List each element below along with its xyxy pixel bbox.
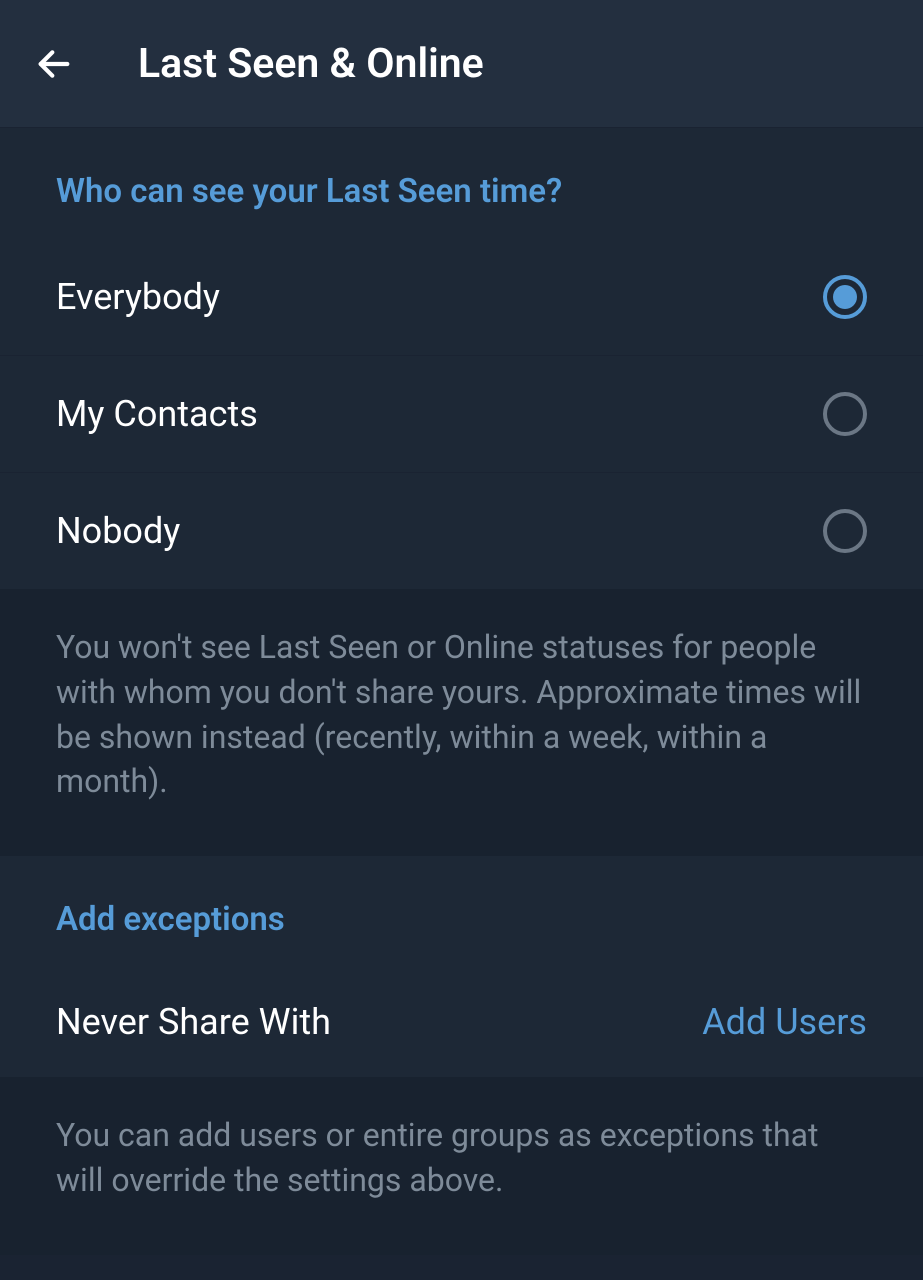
radio-label: Nobody — [56, 510, 180, 552]
who-can-see-section: Who can see your Last Seen time? Everybo… — [0, 128, 923, 589]
exceptions-info: You can add users or entire groups as ex… — [0, 1077, 923, 1255]
exceptions-section: Add exceptions Never Share With Add User… — [0, 856, 923, 1077]
never-share-with-row[interactable]: Never Share With Add Users — [0, 967, 923, 1077]
section-title-exceptions: Add exceptions — [0, 856, 923, 967]
section-title-who-can-see: Who can see your Last Seen time? — [0, 128, 923, 239]
radio-icon — [823, 392, 867, 436]
radio-label: My Contacts — [56, 393, 258, 435]
page-title: Last Seen & Online — [138, 40, 484, 88]
radio-label: Everybody — [56, 276, 220, 318]
radio-option-everybody[interactable]: Everybody — [0, 239, 923, 356]
add-users-link[interactable]: Add Users — [702, 1001, 867, 1043]
who-can-see-info: You won't see Last Seen or Online status… — [0, 589, 923, 856]
header: Last Seen & Online — [0, 0, 923, 128]
radio-icon — [823, 275, 867, 319]
radio-option-my-contacts[interactable]: My Contacts — [0, 356, 923, 473]
radio-icon — [823, 509, 867, 553]
info-text: You won't see Last Seen or Online status… — [56, 625, 867, 804]
back-button[interactable] — [30, 40, 78, 88]
arrow-left-icon — [34, 44, 74, 84]
exception-label: Never Share With — [56, 1001, 331, 1043]
radio-option-nobody[interactable]: Nobody — [0, 473, 923, 589]
info-text: You can add users or entire groups as ex… — [56, 1113, 867, 1203]
